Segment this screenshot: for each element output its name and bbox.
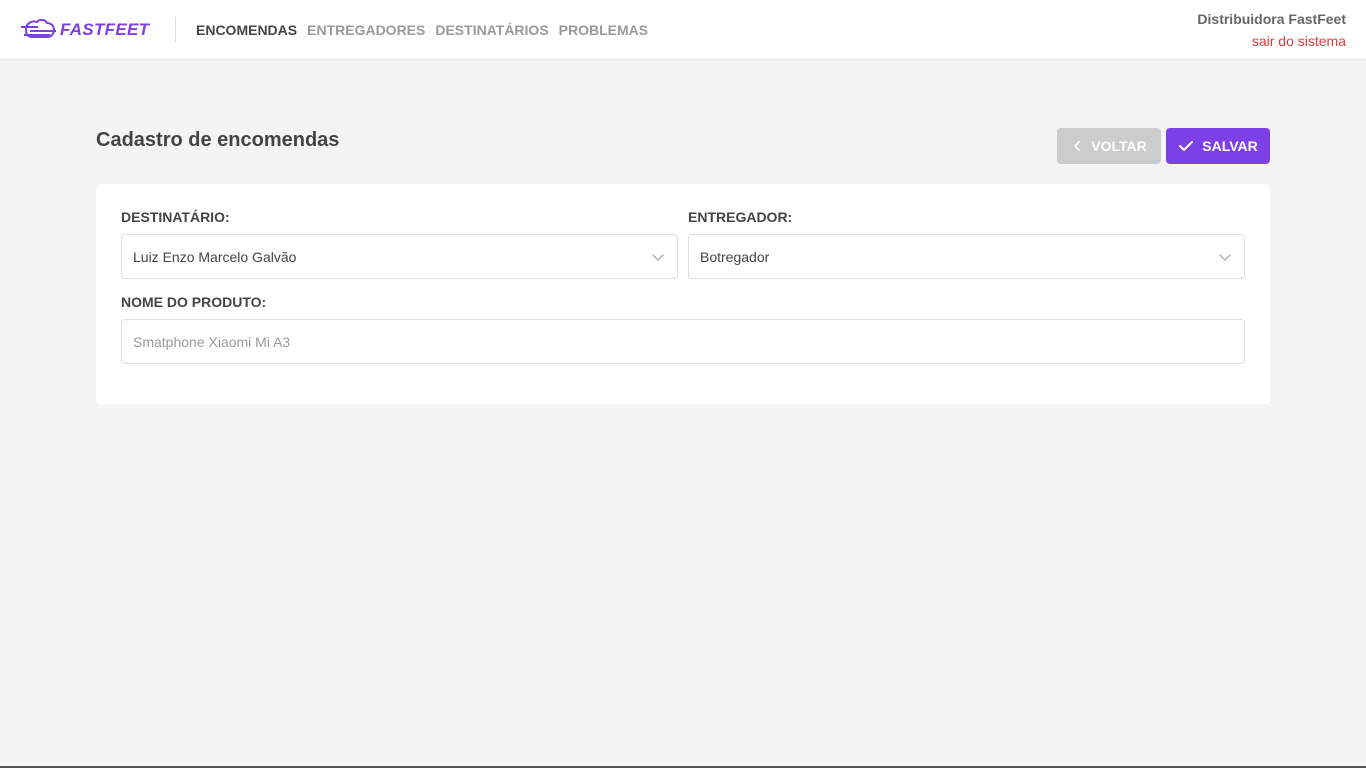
back-button-label: VOLTAR <box>1091 138 1147 154</box>
chevron-down-icon <box>1219 254 1231 261</box>
order-form-card: DESTINATÁRIO: Luiz Enzo Marcelo Galvão E… <box>96 184 1270 404</box>
user-profile: Distribuidora FastFeet sair do sistema <box>1197 11 1346 51</box>
save-button-label: SALVAR <box>1202 138 1258 154</box>
back-button[interactable]: VOLTAR <box>1057 128 1161 164</box>
nav-item-destinatarios[interactable]: DESTINATÁRIOS <box>435 22 548 38</box>
nav-item-encomendas[interactable]: ENCOMENDAS <box>196 22 297 38</box>
product-name-input[interactable] <box>121 319 1245 364</box>
deliveryman-select[interactable]: Botregador <box>688 234 1245 279</box>
logo-text: FASTFEET <box>60 20 150 39</box>
chevron-down-icon <box>652 254 664 261</box>
profile-name: Distribuidora FastFeet <box>1197 11 1346 27</box>
fastfeet-logo-icon <box>21 18 56 38</box>
chevron-left-icon <box>1074 141 1081 151</box>
top-header: FASTFEET ENCOMENDAS ENTREGADORES DESTINA… <box>0 0 1366 60</box>
deliveryman-label: ENTREGADOR: <box>688 209 793 225</box>
nav-item-entregadores[interactable]: ENTREGADORES <box>307 22 425 38</box>
recipient-label: DESTINATÁRIO: <box>121 209 230 225</box>
product-name-label: NOME DO PRODUTO: <box>121 294 267 310</box>
deliveryman-select-value: Botregador <box>700 248 770 265</box>
recipient-select-value: Luiz Enzo Marcelo Galvão <box>133 248 297 265</box>
recipient-select[interactable]: Luiz Enzo Marcelo Galvão <box>121 234 678 279</box>
logout-link[interactable]: sair do sistema <box>1197 31 1346 51</box>
header-divider <box>175 17 176 43</box>
nav-item-problemas[interactable]: PROBLEMAS <box>559 22 648 38</box>
save-button[interactable]: SALVAR <box>1166 128 1270 164</box>
page-title: Cadastro de encomendas <box>96 129 340 151</box>
check-icon <box>1179 141 1194 151</box>
fastfeet-logo[interactable]: FASTFEET <box>20 16 149 44</box>
main-nav: ENCOMENDAS ENTREGADORES DESTINATÁRIOS PR… <box>196 22 648 38</box>
